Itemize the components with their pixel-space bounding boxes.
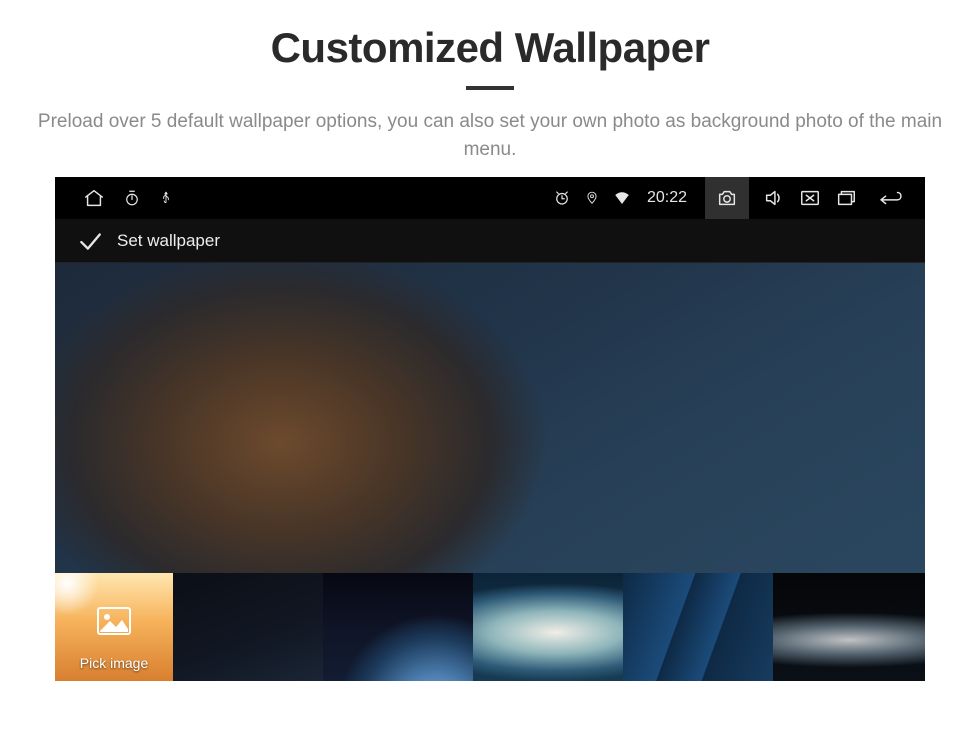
wallpaper-thumb-2[interactable] (323, 573, 473, 681)
pick-image-button[interactable]: Pick image (55, 573, 173, 681)
status-time: 20:22 (647, 189, 687, 207)
action-bar: Set wallpaper (55, 219, 925, 263)
page-title: Customized Wallpaper (0, 24, 980, 72)
wallpaper-thumb-4[interactable] (623, 573, 773, 681)
wifi-icon (613, 189, 631, 207)
camera-button[interactable] (705, 177, 749, 219)
page-subtitle: Preload over 5 default wallpaper options… (0, 108, 980, 163)
close-window-icon[interactable] (799, 187, 821, 209)
home-icon[interactable] (83, 187, 105, 209)
title-underline (466, 86, 514, 90)
volume-icon[interactable] (763, 187, 785, 209)
confirm-icon[interactable] (77, 228, 103, 254)
stopwatch-icon (123, 189, 141, 207)
alarm-icon (553, 189, 571, 207)
status-bar: 20:22 (55, 177, 925, 219)
wallpaper-thumb-3[interactable] (473, 573, 623, 681)
image-icon (97, 607, 131, 635)
wallpaper-thumb-1[interactable] (173, 573, 323, 681)
device-screenshot: 20:22 Set wallpaper (55, 177, 925, 681)
wallpaper-thumb-5[interactable] (773, 573, 925, 681)
pick-image-label: Pick image (80, 655, 148, 681)
action-bar-title: Set wallpaper (117, 231, 220, 251)
wallpaper-preview (55, 263, 925, 573)
location-icon (585, 189, 599, 207)
back-icon[interactable] (877, 187, 907, 209)
recent-apps-icon[interactable] (835, 187, 857, 209)
wallpaper-gallery: Pick image (55, 573, 925, 681)
usb-icon (159, 189, 173, 207)
